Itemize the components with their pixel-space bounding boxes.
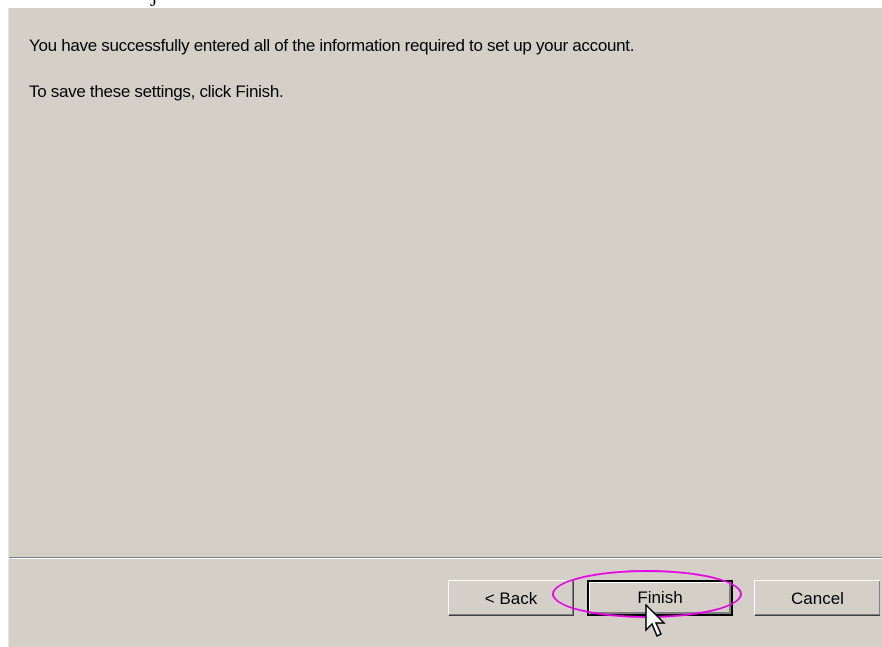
cancel-button[interactable]: Cancel	[754, 580, 880, 616]
finish-button[interactable]: Finish	[587, 580, 733, 616]
success-message: You have successfully entered all of the…	[29, 36, 635, 55]
back-button[interactable]: < Back	[448, 580, 574, 616]
wizard-dialog: You have successfully entered all of the…	[8, 8, 882, 647]
button-separator	[9, 557, 882, 559]
finish-instruction: To save these settings, click Finish.	[29, 82, 284, 101]
screenshot-stage: J You have successfully entered all of t…	[0, 0, 882, 647]
